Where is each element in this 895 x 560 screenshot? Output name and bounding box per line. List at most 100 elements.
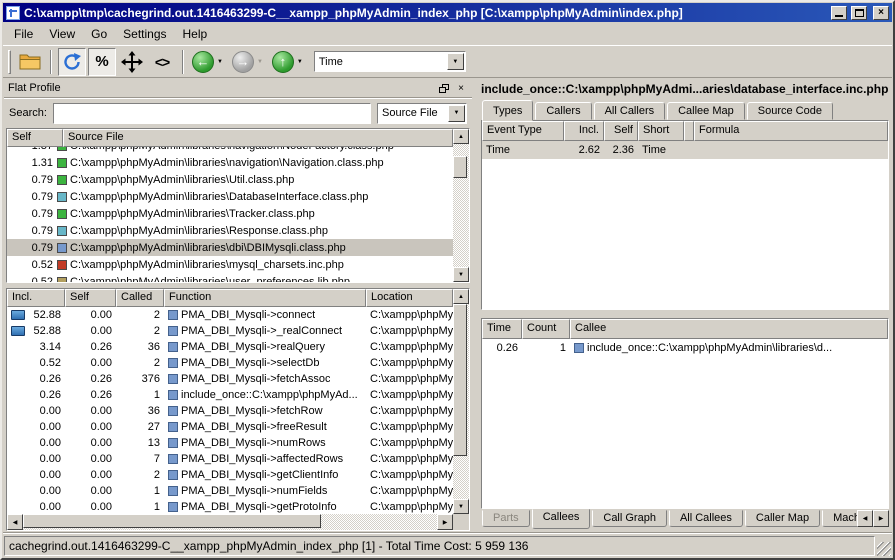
percent-button[interactable]: % bbox=[88, 48, 116, 76]
scroll-up-icon[interactable]: ▲ bbox=[453, 289, 469, 304]
column-header-self[interactable]: Self bbox=[604, 121, 638, 141]
column-header-source-file[interactable]: Source File bbox=[63, 129, 453, 147]
column-header-called[interactable]: Called bbox=[116, 289, 164, 307]
function-table-hscrollbar[interactable]: ◀ ▶ bbox=[7, 514, 469, 530]
tab-scroll-left-icon[interactable]: ◀ bbox=[857, 510, 873, 527]
back-dropdown-icon[interactable]: ▼ bbox=[217, 59, 223, 65]
scroll-thumb[interactable] bbox=[453, 304, 467, 456]
file-list-row[interactable]: 0.79C:\xampp\phpMyAdmin\libraries\dbi\DB… bbox=[7, 239, 453, 256]
scroll-track[interactable] bbox=[453, 144, 469, 267]
back-button[interactable]: ← bbox=[192, 51, 214, 73]
tab-scroll-right-icon[interactable]: ▶ bbox=[873, 510, 889, 527]
tab-callee-map[interactable]: Callee Map bbox=[667, 102, 745, 120]
tab-callers[interactable]: Callers bbox=[535, 102, 591, 120]
tab-all-callers[interactable]: All Callers bbox=[594, 102, 666, 120]
table-row[interactable]: 0.000.007PMA_DBI_Mysqli->affectedRowsC:\… bbox=[7, 451, 453, 467]
group-by-select[interactable]: Source File ▼ bbox=[377, 103, 467, 124]
tab-source-code[interactable]: Source Code bbox=[747, 102, 833, 120]
open-file-button[interactable] bbox=[16, 48, 44, 76]
table-row[interactable]: 52.880.002PMA_DBI_Mysqli->connectC:\xamp… bbox=[7, 307, 453, 323]
column-header-time[interactable]: Time bbox=[482, 319, 522, 339]
tab-callees[interactable]: Callees bbox=[532, 509, 591, 529]
event-type-dropdown-icon[interactable]: ▼ bbox=[447, 53, 464, 70]
relative-cost-button[interactable]: <> bbox=[148, 48, 176, 76]
column-header-location[interactable]: Location bbox=[366, 289, 453, 307]
scroll-track[interactable] bbox=[453, 304, 469, 499]
dock-title-bar[interactable]: Flat Profile × bbox=[4, 79, 472, 98]
scroll-down-icon[interactable]: ▼ bbox=[453, 267, 469, 282]
title-bar[interactable]: C:\xampp\tmp\cachegrind.out.1416463299-C… bbox=[3, 3, 892, 22]
file-list-row[interactable]: 1.37C:\xampp\phpMyAdmin\libraries\naviga… bbox=[7, 147, 453, 154]
file-list-row[interactable]: 0.79C:\xampp\phpMyAdmin\libraries\Databa… bbox=[7, 188, 453, 205]
menu-item-view[interactable]: View bbox=[41, 24, 83, 44]
column-header-callee[interactable]: Callee bbox=[570, 319, 888, 339]
column-header-self[interactable]: Self bbox=[7, 129, 63, 147]
table-row[interactable]: 52.880.002PMA_DBI_Mysqli->_realConnectC:… bbox=[7, 323, 453, 339]
menu-item-go[interactable]: Go bbox=[83, 24, 115, 44]
table-row[interactable]: 0.000.0027PMA_DBI_Mysqli->freeResultC:\x… bbox=[7, 419, 453, 435]
tab-types[interactable]: Types bbox=[482, 100, 533, 121]
file-list-vscrollbar[interactable]: ▲ ▼ bbox=[453, 129, 469, 282]
table-row[interactable]: 3.140.2636PMA_DBI_Mysqli->realQueryC:\xa… bbox=[7, 339, 453, 355]
function-table-vscrollbar[interactable]: ▲ ▼ bbox=[453, 289, 469, 514]
column-header-event-type[interactable]: Event Type bbox=[482, 121, 564, 141]
search-input[interactable] bbox=[53, 103, 371, 124]
table-row[interactable]: 0.000.001PMA_DBI_Mysqli->getProtoInfoC:\… bbox=[7, 499, 453, 514]
table-row[interactable]: 0.520.002PMA_DBI_Mysqli->selectDbC:\xamp… bbox=[7, 355, 453, 371]
scroll-left-icon[interactable]: ◀ bbox=[7, 514, 23, 530]
menu-item-settings[interactable]: Settings bbox=[115, 24, 174, 44]
tab-all-callees[interactable]: All Callees bbox=[669, 510, 743, 527]
column-header-blank[interactable] bbox=[684, 121, 694, 141]
scroll-track[interactable] bbox=[23, 514, 437, 530]
menu-item-file[interactable]: File bbox=[6, 24, 41, 44]
table-row[interactable]: 0.260.261include_once::C:\xampp\phpMyAd.… bbox=[7, 387, 453, 403]
column-header-function[interactable]: Function bbox=[164, 289, 366, 307]
statusbar-divider bbox=[3, 532, 892, 534]
close-button[interactable]: × bbox=[873, 6, 889, 20]
up-button[interactable]: ↑ bbox=[272, 51, 294, 73]
scroll-thumb[interactable] bbox=[453, 156, 467, 178]
file-list-row[interactable]: 0.79C:\xampp\phpMyAdmin\libraries\Respon… bbox=[7, 222, 453, 239]
toolbar-handle[interactable] bbox=[8, 50, 11, 74]
table-row[interactable]: 0.260.26376PMA_DBI_Mysqli->fetchAssocC:\… bbox=[7, 371, 453, 387]
menu-item-help[interactable]: Help bbox=[175, 24, 216, 44]
minimize-button[interactable] bbox=[831, 6, 847, 20]
maximize-button[interactable] bbox=[851, 6, 867, 20]
column-header-self[interactable]: Self bbox=[65, 289, 116, 307]
scroll-up-icon[interactable]: ▲ bbox=[453, 129, 469, 144]
column-header-incl[interactable]: Incl. bbox=[7, 289, 65, 307]
flat-profile-dock: Flat Profile × Search: Source File ▼ Sel… bbox=[4, 79, 472, 531]
main-splitter[interactable] bbox=[472, 79, 479, 531]
expand-button[interactable] bbox=[118, 48, 146, 76]
dock-close-button[interactable]: × bbox=[454, 82, 468, 95]
callee-row[interactable]: 0.261include_once::C:\xampp\phpMyAdmin\l… bbox=[482, 339, 888, 357]
forward-button[interactable]: → bbox=[232, 51, 254, 73]
table-row[interactable]: 0.000.0036PMA_DBI_Mysqli->fetchRowC:\xam… bbox=[7, 403, 453, 419]
dock-float-button[interactable] bbox=[437, 82, 451, 95]
scroll-thumb[interactable] bbox=[23, 514, 321, 528]
tab-call-graph[interactable]: Call Graph bbox=[592, 510, 667, 527]
resize-grip[interactable] bbox=[877, 542, 891, 556]
column-header-incl[interactable]: Incl. bbox=[564, 121, 604, 141]
file-list-row[interactable]: 0.79C:\xampp\phpMyAdmin\libraries\Util.c… bbox=[7, 171, 453, 188]
tab-caller-map[interactable]: Caller Map bbox=[745, 510, 820, 527]
file-list-row[interactable]: 0.52C:\xampp\phpMyAdmin\libraries\mysql_… bbox=[7, 256, 453, 273]
group-by-dropdown-icon[interactable]: ▼ bbox=[448, 105, 465, 122]
file-list-row[interactable]: 1.31C:\xampp\phpMyAdmin\libraries\naviga… bbox=[7, 154, 453, 171]
event-type-select[interactable]: Time ▼ bbox=[314, 51, 466, 72]
column-header-count[interactable]: Count bbox=[522, 319, 570, 339]
reload-button[interactable] bbox=[58, 48, 86, 76]
table-row[interactable]: 0.000.001PMA_DBI_Mysqli->numFieldsC:\xam… bbox=[7, 483, 453, 499]
table-row[interactable]: 0.000.002PMA_DBI_Mysqli->getClientInfoC:… bbox=[7, 467, 453, 483]
file-list-row[interactable]: 0.52C:\xampp\phpMyAdmin\libraries\user_p… bbox=[7, 273, 453, 282]
forward-dropdown-icon[interactable]: ▼ bbox=[257, 59, 263, 65]
detail-splitter[interactable] bbox=[479, 310, 891, 318]
column-header-formula[interactable]: Formula bbox=[694, 121, 888, 141]
scroll-right-icon[interactable]: ▶ bbox=[437, 514, 453, 530]
scroll-down-icon[interactable]: ▼ bbox=[453, 499, 469, 514]
column-header-short[interactable]: Short bbox=[638, 121, 684, 141]
table-row[interactable]: 0.000.0013PMA_DBI_Mysqli->numRowsC:\xamp… bbox=[7, 435, 453, 451]
event-type-row[interactable]: Time2.622.36Time bbox=[482, 141, 888, 159]
up-dropdown-icon[interactable]: ▼ bbox=[297, 59, 303, 65]
file-list-row[interactable]: 0.79C:\xampp\phpMyAdmin\libraries\Tracke… bbox=[7, 205, 453, 222]
